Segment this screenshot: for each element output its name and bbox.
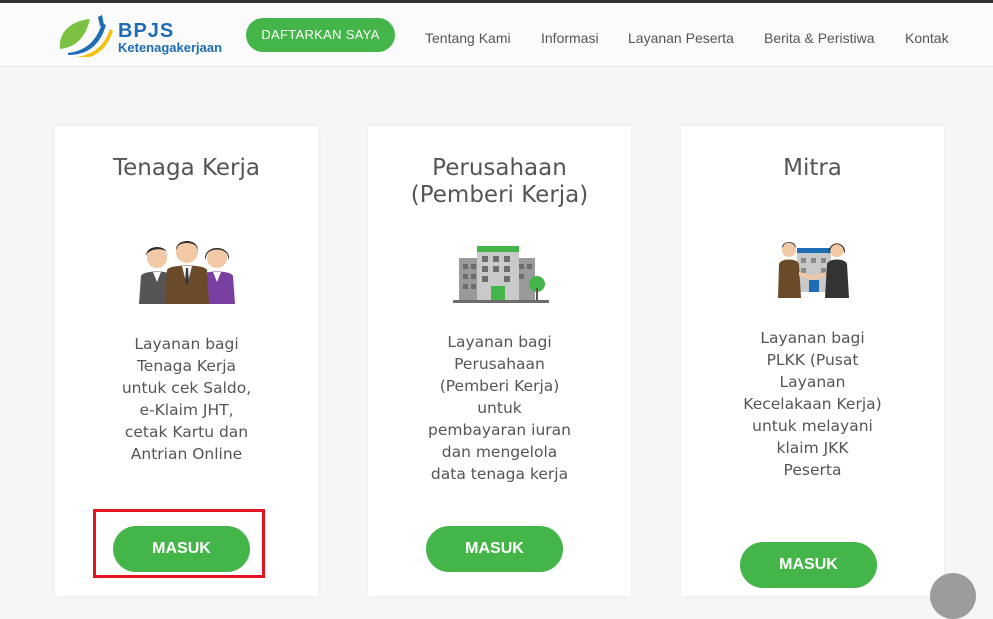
nav-tentang-kami[interactable]: Tentang Kami <box>425 30 511 46</box>
card-perusahaan: Perusahaan (Pemberi Kerja) Layanan bagi … <box>368 126 631 596</box>
card-mitra: Mitra Layanan bagi PLKK (Pusat Layanan K… <box>681 126 944 596</box>
partners-handshake-icon <box>775 236 851 300</box>
nav-layanan-peserta[interactable]: Layanan Peserta <box>628 30 734 46</box>
office-building-icon <box>453 244 549 304</box>
daftarkan-saya-button[interactable]: DAFTARKAN SAYA <box>246 18 395 52</box>
nav-berita-peristiwa[interactable]: Berita & Peristiwa <box>764 30 874 46</box>
site-header: BPJS Ketenagakerjaan DAFTARKAN SAYA Tent… <box>0 3 993 67</box>
card-description: Layanan bagi Tenaga Kerja untuk cek Sald… <box>121 335 252 463</box>
masuk-button-mitra[interactable]: MASUK <box>740 542 877 588</box>
masuk-button-perusahaan[interactable]: MASUK <box>426 526 563 572</box>
logo-text-ketenagakerjaan: Ketenagakerjaan <box>118 40 223 55</box>
scroll-to-top-button[interactable] <box>930 573 976 619</box>
card-title: Mitra <box>783 155 842 181</box>
card-description: Layanan bagi PLKK (Pusat Layanan Kecelak… <box>743 329 882 479</box>
nav-informasi[interactable]: Informasi <box>541 30 599 46</box>
workers-group-icon <box>137 236 237 306</box>
logo-leaf-icon <box>59 15 113 57</box>
card-title: Perusahaan (Pemberi Kerja) <box>410 155 589 208</box>
card-description: Layanan bagi Perusahaan (Pemberi Kerja) … <box>428 333 571 483</box>
highlight-box <box>93 509 265 578</box>
card-title: Tenaga Kerja <box>113 155 260 181</box>
nav-kontak[interactable]: Kontak <box>905 30 949 46</box>
